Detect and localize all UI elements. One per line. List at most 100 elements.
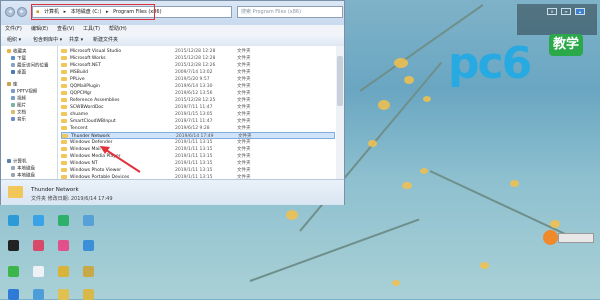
file-date: 2015/12/28 12:28 [175, 56, 216, 61]
widget-close-icon[interactable]: × [547, 8, 557, 15]
file-row[interactable]: Windows Photo Viewer 2019/1/11 13:15 文件夹 [61, 167, 335, 174]
forward-button[interactable]: ▸ [17, 7, 27, 17]
sidebar-item-libraries[interactable]: 库 [7, 82, 18, 89]
folder-icon [61, 111, 67, 116]
widget-menu-icon[interactable]: ≡ [561, 8, 571, 15]
file-name: shuame [70, 112, 88, 117]
vertical-scrollbar[interactable] [336, 46, 344, 179]
file-name: Windows Defender [70, 140, 113, 145]
file-row[interactable]: MSBuild 2009/7/14 13:02 文件夹 [61, 69, 335, 76]
sidebar-item-pptv[interactable]: PPTV视频 [11, 89, 37, 96]
desktop-app-icon[interactable] [58, 266, 69, 277]
file-row[interactable]: Tencent 2019/6/12 9:28 文件夹 [61, 125, 335, 132]
folder-icon [61, 104, 67, 109]
file-date: 2015/12/28 12:26 [175, 63, 216, 68]
folder-icon [61, 118, 67, 123]
organize-button[interactable]: 组织 ▾ [7, 34, 21, 46]
sidebar-item-music[interactable]: 音乐 [11, 117, 26, 124]
desktop-app-icon[interactable] [33, 266, 44, 277]
desktop-app-icon[interactable] [58, 289, 69, 300]
desktop-app-icon[interactable] [33, 215, 44, 226]
file-row[interactable]: QQMailPlugin 2019/6/14 13:30 文件夹 [61, 83, 335, 90]
desktop-app-icon[interactable] [83, 240, 94, 251]
file-name: PPLive [70, 77, 85, 82]
menu-file[interactable]: 文件(F) [5, 25, 22, 34]
file-row[interactable]: SCWBWordDoc 2019/7/11 11:47 文件夹 [61, 104, 335, 111]
file-name: Windows NT [70, 161, 98, 166]
navigation-pane: 收藏夹 下载 最近访问的位置 桌面 库 PPTV视频 视频 图片 文档 音乐 计… [1, 46, 58, 179]
file-name: SCWBWordDoc [70, 105, 104, 110]
back-button[interactable]: ◂ [5, 7, 15, 17]
sidebar-item-videos[interactable]: 视频 [11, 96, 26, 103]
file-type: 文件夹 [237, 126, 251, 131]
desktop-widget[interactable]: × ≡ ▴ [517, 4, 597, 35]
sidebar-item-drive[interactable]: 本地磁盘 [11, 166, 35, 173]
file-row[interactable]: shuame 2019/1/15 13:05 文件夹 [61, 111, 335, 118]
file-name: Microsoft Works [70, 56, 106, 61]
menu-help[interactable]: 帮助(H) [109, 25, 127, 34]
widget-pin-icon[interactable]: ▴ [575, 8, 585, 15]
details-name: Thunder Network [31, 187, 79, 193]
desktop-app-icon[interactable] [33, 289, 44, 300]
file-row[interactable]: Windows NT 2019/1/11 13:15 文件夹 [61, 160, 335, 167]
file-row[interactable]: Windows Defender 2019/1/11 13:15 文件夹 [61, 139, 335, 146]
search-input[interactable]: 搜索 Program Files (x86) [237, 6, 343, 18]
new-folder-button[interactable]: 新建文件夹 [93, 34, 118, 46]
wechat-icon[interactable] [8, 266, 19, 277]
desktop-app-icon[interactable] [58, 215, 69, 226]
qq-icon[interactable] [8, 240, 19, 251]
details-pane: Thunder Network 文件夹 修改日期: 2019/6/14 17:4… [1, 179, 344, 205]
desktop-app-icon[interactable] [83, 215, 94, 226]
file-type: 文件夹 [237, 70, 251, 75]
file-row[interactable]: Microsoft Works 2015/12/28 12:28 文件夹 [61, 55, 335, 62]
details-info: 文件夹 修改日期: 2019/6/14 17:49 [31, 196, 113, 202]
file-row[interactable]: Microsoft.NET 2015/12/28 12:26 文件夹 [61, 62, 335, 69]
file-name: Reference Assemblies [70, 98, 120, 103]
file-row[interactable]: SmartCloudWBInput 2019/7/11 11:47 文件夹 [61, 118, 335, 125]
menu-edit[interactable]: 编辑(E) [31, 25, 48, 34]
desktop-app-icon[interactable] [83, 289, 94, 300]
file-list: Microsoft Visual Studio 2015/12/28 12:28 文… [58, 46, 336, 179]
include-in-library-button[interactable]: 包含到库中 ▾ [33, 34, 62, 46]
file-row[interactable]: QQPCMgr 2019/6/12 13:56 文件夹 [61, 90, 335, 97]
file-row[interactable]: Microsoft Visual Studio 2015/12/28 12:28 文… [61, 48, 335, 55]
video-library-icon [11, 89, 15, 93]
file-type: 文件夹 [237, 77, 251, 82]
menu-view[interactable]: 查看(V) [57, 25, 74, 34]
scrollbar-thumb[interactable] [337, 56, 343, 106]
sidebar-item-recent[interactable]: 最近访问的位置 [11, 63, 49, 70]
file-row[interactable]: PPLive 2019/5/20 9:57 文件夹 [61, 76, 335, 83]
speed-ball-widget[interactable] [543, 230, 558, 245]
folder-icon [61, 83, 67, 88]
file-row[interactable]: Reference Assemblies 2015/12/28 12:25 文件夹 [61, 97, 335, 104]
desktop-app-icon[interactable] [8, 215, 19, 226]
file-row[interactable]: Thunder Network 2019/6/14 17:49 文件夹 [61, 132, 335, 139]
file-row[interactable]: Windows Mail 2019/1/11 13:15 文件夹 [61, 146, 335, 153]
desktop-icon [11, 70, 15, 74]
desktop-app-icon[interactable] [8, 289, 19, 300]
sidebar-item-documents[interactable]: 文档 [11, 110, 26, 117]
address-bar[interactable]: ▪ 计算机 ▸ 本地磁盘 (C:) ▸ Program Files (x86) [31, 4, 232, 20]
logo-badge: 教学 [549, 34, 583, 56]
desktop-app-icon[interactable] [83, 266, 94, 277]
picture-icon [11, 103, 15, 107]
file-date: 2009/7/14 13:02 [175, 70, 213, 75]
video-icon [11, 96, 15, 100]
desktop-app-icon[interactable] [58, 240, 69, 251]
mini-tray-widget[interactable] [558, 233, 594, 243]
desktop-app-icon[interactable] [33, 240, 44, 251]
folder-icon [61, 48, 67, 53]
sidebar-item-favorites[interactable]: 收藏夹 [7, 49, 27, 56]
sidebar-item-pictures[interactable]: 图片 [11, 103, 26, 110]
address-highlight-box [31, 4, 155, 20]
sidebar-item-desktop[interactable]: 桌面 [11, 70, 26, 77]
sidebar-item-computer[interactable]: 计算机 [7, 159, 27, 166]
sidebar-item-downloads[interactable]: 下载 [11, 56, 26, 63]
file-row[interactable]: Windows Media Player 2019/1/11 13:15 文件夹 [61, 153, 335, 160]
folder-icon [61, 153, 67, 158]
share-button[interactable]: 共享 ▾ [69, 34, 83, 46]
folder-icon [61, 69, 67, 74]
menu-tools[interactable]: 工具(T) [83, 25, 100, 34]
folder-icon [61, 62, 67, 67]
file-type: 文件夹 [237, 91, 251, 96]
